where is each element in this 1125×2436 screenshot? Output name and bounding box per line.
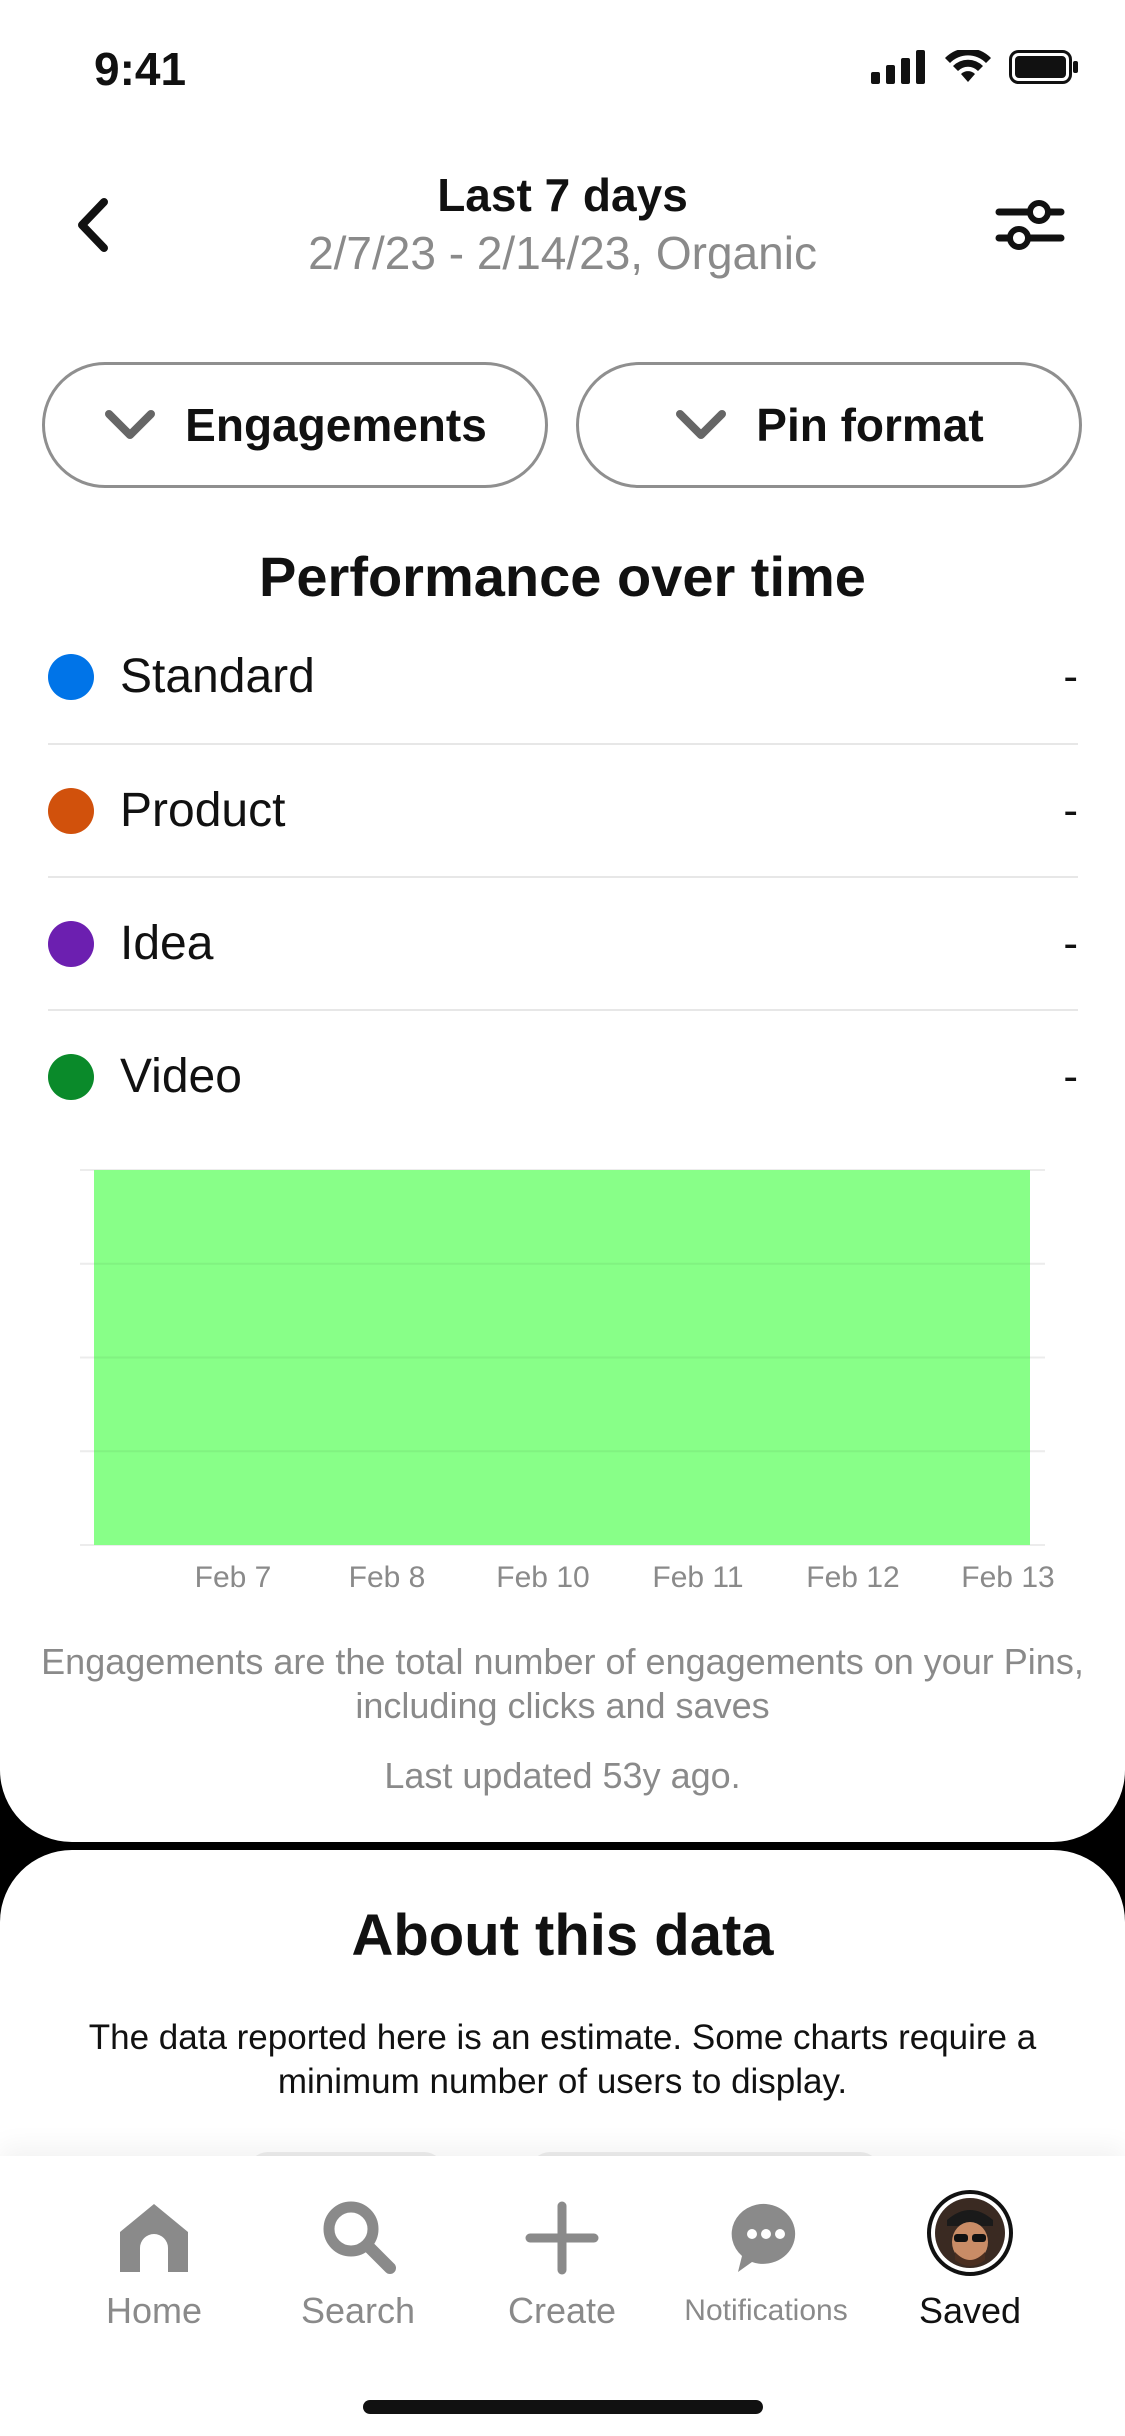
legend-row-video: Video -	[48, 1010, 1078, 1143]
plus-icon	[525, 2201, 599, 2275]
chart-footnote: Engagements are the total number of enga…	[41, 1641, 1084, 1726]
tab-label: Notifications	[684, 2294, 848, 2327]
legend-value: -	[1063, 785, 1078, 835]
legend-dot-video	[48, 1053, 94, 1100]
tab-bar: Home Search Create Notifications Saved	[0, 2156, 1125, 2436]
legend-dot-idea	[48, 920, 94, 967]
home-indicator	[363, 2400, 763, 2414]
status-icons	[871, 50, 1079, 84]
status-time: 9:41	[94, 43, 187, 95]
x-tick-label: Feb 13	[961, 1561, 1054, 1594]
cellular-signal-icon	[871, 50, 925, 84]
x-tick-label: Feb 7	[195, 1561, 272, 1594]
main-card: 9:41 Last 7 days 2/7/23 - 2/14/23, Organ…	[0, 0, 1125, 1842]
legend-label: Idea	[120, 917, 214, 970]
chevron-down-icon	[105, 410, 156, 439]
tab-notifications[interactable]: Notifications	[666, 2186, 866, 2328]
section-title: Performance over time	[259, 545, 866, 608]
x-tick-label: Feb 11	[652, 1561, 743, 1594]
page-subtitle: 2/7/23 - 2/14/23, Organic	[308, 227, 817, 279]
chat-bubble-icon	[731, 2203, 796, 2272]
filter-sliders-icon[interactable]	[995, 190, 1065, 260]
pin-format-dropdown-label: Pin format	[756, 399, 984, 451]
engagements-dropdown-label: Engagements	[185, 399, 487, 451]
wifi-icon	[945, 50, 991, 82]
pin-format-dropdown[interactable]: Pin format	[576, 362, 1082, 488]
search-icon	[323, 2201, 396, 2274]
tab-label: Search	[300, 2290, 416, 2331]
legend-label: Standard	[120, 650, 315, 703]
battery-icon	[1009, 50, 1078, 84]
last-updated: Last updated 53y ago.	[384, 1755, 741, 1796]
tab-home[interactable]: Home	[54, 2186, 254, 2332]
legend-row-idea: Idea -	[48, 877, 1078, 1010]
legend-row-product: Product -	[48, 744, 1078, 877]
legend-value: -	[1063, 1051, 1078, 1101]
chevron-down-icon	[676, 410, 727, 439]
tab-label: Saved	[918, 2290, 1022, 2331]
legend-label: Product	[120, 784, 286, 837]
tab-label: Home	[105, 2290, 203, 2331]
tab-create[interactable]: Create	[462, 2186, 662, 2332]
legend-value: -	[1063, 651, 1078, 701]
x-tick-label: Feb 12	[806, 1561, 899, 1594]
tab-saved[interactable]: Saved	[870, 2186, 1070, 2332]
legend-label: Video	[120, 1050, 242, 1103]
engagements-dropdown[interactable]: Engagements	[42, 362, 548, 488]
page-title: Last 7 days	[437, 169, 688, 221]
legend-value: -	[1063, 918, 1078, 968]
x-tick-label: Feb 8	[349, 1561, 426, 1594]
legend-row-standard: Standard -	[48, 610, 1078, 743]
avatar	[927, 2190, 1013, 2276]
about-text: The data reported here is an estimate. S…	[88, 2018, 1037, 2101]
tab-search[interactable]: Search	[258, 2186, 458, 2332]
legend-dot-product	[48, 787, 94, 834]
legend-dot-standard	[48, 653, 94, 700]
about-title: About this data	[351, 1903, 774, 1968]
home-icon	[120, 2204, 188, 2272]
performance-chart: Feb 7 Feb 8 Feb 10 Feb 11 Feb 12 Feb 13	[80, 1169, 1055, 1594]
x-tick-label: Feb 10	[496, 1561, 589, 1594]
tab-label: Create	[507, 2290, 617, 2331]
